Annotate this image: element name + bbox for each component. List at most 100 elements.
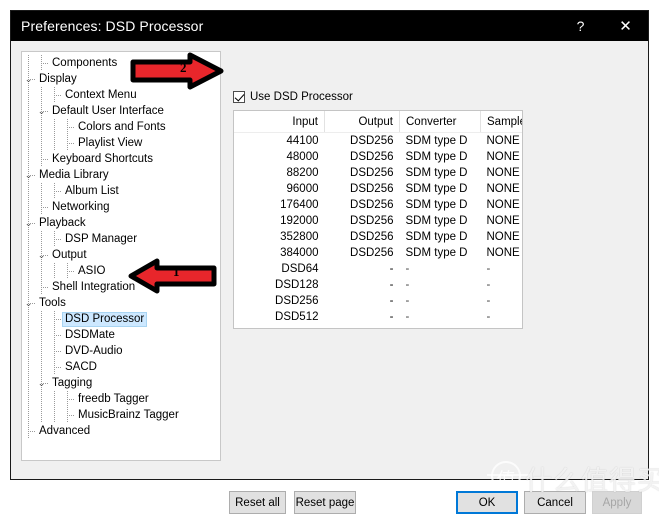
tree-expander-chevron-icon[interactable]: ⌄	[23, 71, 34, 87]
tree-guide-line	[54, 367, 61, 368]
tree-guide-line	[41, 391, 42, 407]
table-row[interactable]: 44100 DSD256 SDM type D NONE	[234, 133, 522, 150]
tree-item-album-list[interactable]: Album List	[22, 183, 220, 199]
preferences-tree[interactable]: Components ⌄ Display Context Menu ⌄ Default U…	[21, 51, 221, 461]
tree-guide-line	[28, 103, 29, 119]
use-dsd-processor-checkbox[interactable]	[233, 91, 245, 103]
preferences-window: Preferences: DSD Processor ? ✕ Component…	[10, 10, 649, 514]
tree-guide-line	[28, 231, 29, 247]
table-header-row: Input Output Converter Sample&Hold	[234, 111, 522, 133]
tree-guide-line	[41, 311, 42, 327]
table-row[interactable]: 384000 DSD256 SDM type D NONE	[234, 245, 522, 261]
tree-item-musicbrainz-tagger[interactable]: MusicBrainz Tagger	[22, 407, 220, 423]
tree-item-dsdmate[interactable]: DSDMate	[22, 327, 220, 343]
tree-item-advanced[interactable]: Advanced	[22, 423, 220, 439]
table-row[interactable]: 352800 DSD256 SDM type D NONE	[234, 229, 522, 245]
cell-converter: SDM type D	[405, 231, 468, 243]
cell-output: DSD256	[350, 135, 394, 147]
tree-guide-line	[28, 263, 29, 279]
column-header-output[interactable]: Output	[324, 111, 400, 133]
table-row[interactable]: DSD64- - -	[234, 261, 522, 277]
ok-button[interactable]: OK	[456, 491, 518, 514]
cell-output: -	[389, 263, 394, 275]
tree-expander-chevron-icon[interactable]: ⌄	[23, 167, 34, 183]
tree-guide-line	[67, 399, 74, 400]
tree-guide-line	[28, 247, 29, 263]
cell-sample-hold: -	[486, 311, 491, 323]
annotation-arrow-1-label: 1	[173, 264, 180, 279]
tree-guide-line	[41, 135, 42, 151]
cell-input: 192000	[280, 215, 319, 227]
table-row[interactable]: DSD128- - -	[234, 277, 522, 293]
cell-converter: SDM type D	[405, 135, 468, 147]
column-header-sample-hold[interactable]: Sample&Hold	[480, 111, 522, 133]
tree-expander-chevron-icon[interactable]: ⌄	[23, 295, 34, 311]
column-header-input[interactable]: Input	[234, 111, 325, 133]
tree-item-media-library[interactable]: ⌄ Media Library	[22, 167, 220, 183]
dsd-conversion-table[interactable]: Input Output Converter Sample&Hold 44100…	[233, 110, 523, 329]
tree-item-label: ASIO	[78, 265, 106, 277]
tree-item-label: Shell Integration	[52, 281, 136, 293]
table-row[interactable]: 48000 DSD256 SDM type D NONE	[234, 149, 522, 165]
cell-converter: -	[405, 295, 410, 307]
tree-guide-line	[28, 199, 29, 215]
tree-item-sacd[interactable]: SACD	[22, 359, 220, 375]
tree-guide-line	[41, 343, 42, 359]
tree-item-label: Advanced	[39, 425, 91, 437]
tree-guide-line	[28, 151, 29, 167]
cell-sample-hold: NONE	[486, 247, 520, 259]
cell-output: -	[389, 295, 394, 307]
table-row[interactable]: 176400 DSD256 SDM type D NONE	[234, 197, 522, 213]
reset-page-button[interactable]: Reset page	[294, 491, 356, 514]
tree-item-tagging[interactable]: ⌄ Tagging	[22, 375, 220, 391]
tree-expander-chevron-icon[interactable]: ⌄	[36, 103, 47, 119]
cell-input: 44100	[286, 135, 319, 147]
cancel-button[interactable]: Cancel	[524, 491, 586, 514]
tree-item-label: Playlist View	[78, 137, 143, 149]
tree-expander-chevron-icon[interactable]: ⌄	[23, 215, 34, 231]
cell-sample-hold: NONE	[486, 135, 520, 147]
table-row[interactable]: DSD512- - -	[234, 309, 522, 325]
cell-input: 384000	[280, 247, 319, 259]
apply-button[interactable]: Apply	[592, 491, 642, 514]
tree-item-label: DSDMate	[65, 329, 115, 341]
tree-expander-chevron-icon[interactable]: ⌄	[36, 375, 47, 391]
tree-guide-line	[41, 87, 42, 103]
column-header-converter[interactable]: Converter	[399, 111, 481, 133]
tree-item-label: DVD-Audio	[65, 345, 123, 357]
cell-input: DSD256	[275, 295, 319, 307]
cell-sample-hold: NONE	[486, 167, 520, 179]
window-title: Preferences: DSD Processor	[21, 18, 204, 34]
cell-input: 96000	[286, 183, 319, 195]
tree-guide-line	[54, 335, 61, 336]
tree-item-colors-and-fonts[interactable]: Colors and Fonts	[22, 119, 220, 135]
tree-item-playback[interactable]: ⌄ Playback	[22, 215, 220, 231]
tree-item-networking[interactable]: Networking	[22, 199, 220, 215]
title-bar: Preferences: DSD Processor ? ✕	[11, 11, 648, 41]
tree-expander-chevron-icon[interactable]: ⌄	[36, 247, 47, 263]
tree-guide-line	[41, 231, 42, 247]
close-icon[interactable]: ✕	[603, 11, 648, 41]
tree-item-keyboard-shortcuts[interactable]: Keyboard Shortcuts	[22, 151, 220, 167]
help-icon[interactable]: ?	[558, 11, 603, 41]
table-row[interactable]: 96000 DSD256 SDM type D NONE	[234, 181, 522, 197]
table-row[interactable]: 192000 DSD256 SDM type D NONE	[234, 213, 522, 229]
use-dsd-processor-row[interactable]: Use DSD Processor	[233, 91, 353, 103]
tree-guide-line	[28, 119, 29, 135]
cell-sample-hold: NONE	[486, 151, 520, 163]
table-row[interactable]: DSD256- - -	[234, 293, 522, 309]
tree-item-playlist-view[interactable]: Playlist View	[22, 135, 220, 151]
tree-guide-line	[67, 415, 74, 416]
tree-guide-line	[28, 375, 29, 391]
tree-item-dvd-audio[interactable]: DVD-Audio	[22, 343, 220, 359]
tree-item-label: DSP Manager	[65, 233, 138, 245]
tree-item-label: Colors and Fonts	[78, 121, 166, 133]
tree-item-dsp-manager[interactable]: DSP Manager	[22, 231, 220, 247]
tree-item-freedb-tagger[interactable]: freedb Tagger	[22, 391, 220, 407]
tree-item-default-user-interface[interactable]: ⌄ Default User Interface	[22, 103, 220, 119]
tree-guide-line	[54, 391, 55, 407]
tree-item-label: DSD Processor	[62, 312, 148, 327]
tree-item-dsd-processor[interactable]: DSD Processor	[22, 311, 220, 327]
table-row[interactable]: 88200 DSD256 SDM type D NONE	[234, 165, 522, 181]
reset-all-button[interactable]: Reset all	[229, 491, 286, 514]
